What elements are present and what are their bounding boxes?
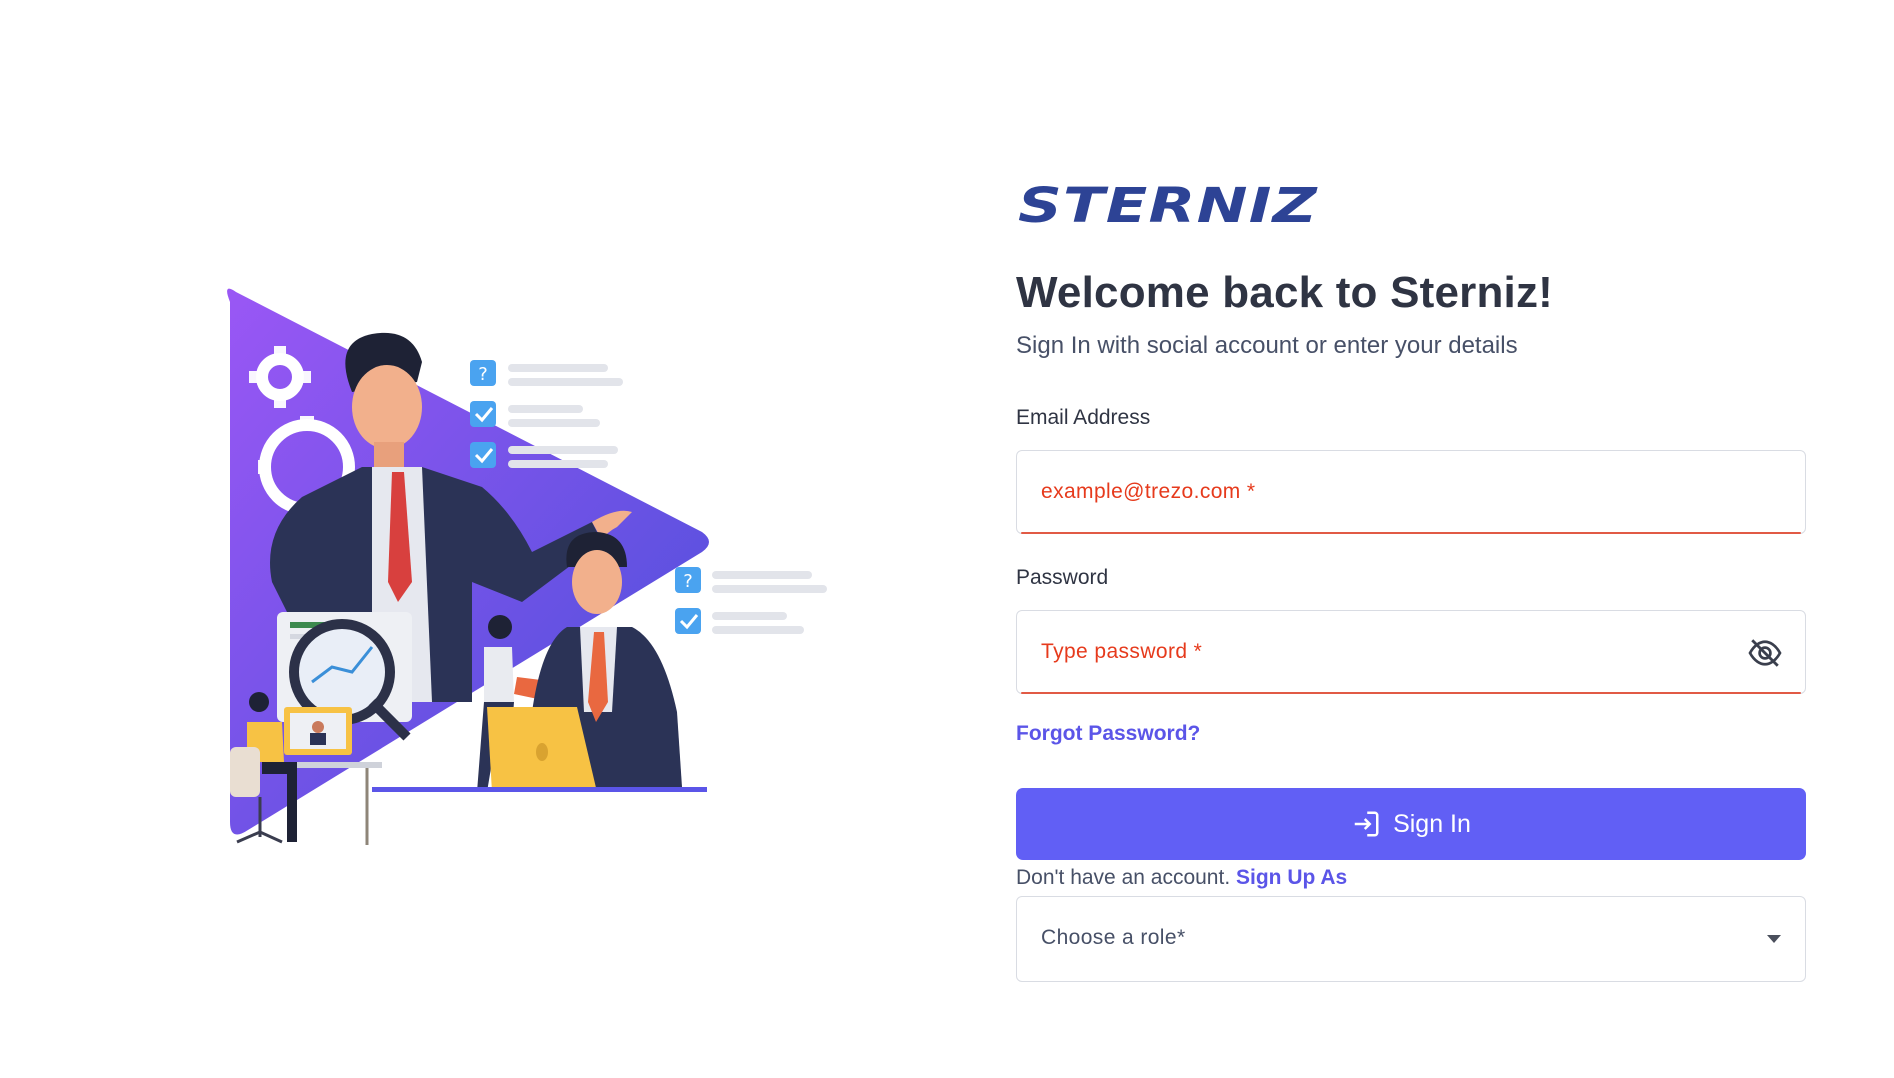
password-field-error-underline bbox=[1021, 692, 1801, 694]
email-field-error-underline bbox=[1021, 532, 1801, 534]
caret-down-icon bbox=[1767, 935, 1781, 943]
password-field-container bbox=[1016, 610, 1806, 694]
hero-illustration: ? ? bbox=[222, 282, 842, 867]
email-label: Email Address bbox=[1016, 406, 1151, 429]
business-team-illustration: ? ? bbox=[227, 288, 827, 845]
sterniz-logo: STERNIZ bbox=[1018, 180, 1318, 228]
email-field-container bbox=[1016, 450, 1806, 534]
password-field[interactable] bbox=[1041, 611, 1731, 693]
eye-off-icon[interactable] bbox=[1747, 635, 1783, 671]
svg-text:?: ? bbox=[683, 571, 693, 592]
page-title: Welcome back to Sterniz! bbox=[1016, 268, 1554, 317]
signup-prompt-text: Don't have an account. bbox=[1016, 866, 1231, 889]
login-icon bbox=[1354, 811, 1379, 837]
login-form-panel: STERNIZ Welcome back to Sterniz! Sign In… bbox=[1016, 180, 1808, 982]
svg-text:STERNIZ: STERNIZ bbox=[1018, 180, 1318, 228]
password-label: Password bbox=[1016, 566, 1109, 589]
sign-up-link[interactable]: Sign Up As bbox=[1236, 866, 1347, 889]
role-select-value: Choose a role* bbox=[1041, 926, 1186, 949]
role-select[interactable]: Choose a role* bbox=[1016, 896, 1806, 982]
floor-line bbox=[372, 787, 707, 792]
email-field[interactable] bbox=[1041, 451, 1731, 533]
sign-in-button-label: Sign In bbox=[1393, 809, 1471, 838]
forgot-password-link[interactable]: Forgot Password? bbox=[1016, 722, 1200, 746]
page-subtitle: Sign In with social account or enter you… bbox=[1016, 332, 1518, 359]
checklist-graphic-secondary: ? bbox=[675, 567, 827, 634]
sign-in-button[interactable]: Sign In bbox=[1016, 788, 1806, 860]
svg-text:?: ? bbox=[478, 364, 488, 385]
checklist-graphic: ? bbox=[470, 360, 623, 468]
login-page: ? ? STERNIZ Welcome back to Sterniz! Sig… bbox=[0, 0, 1894, 1078]
signup-prompt: Don't have an account. Sign Up As bbox=[1016, 866, 1808, 890]
